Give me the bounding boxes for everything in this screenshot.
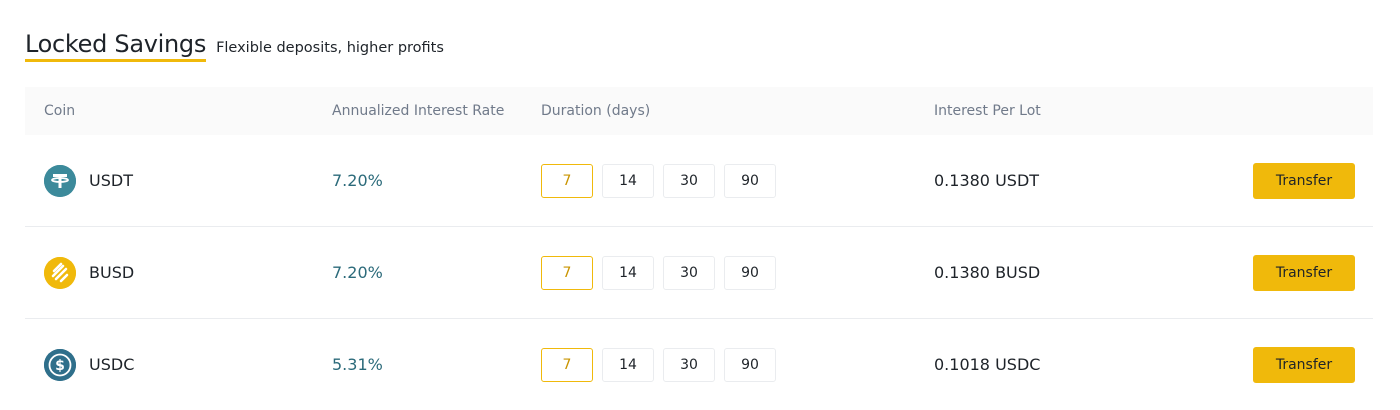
duration-option-90[interactable]: 90	[724, 163, 776, 198]
action-cell: Transfer	[1253, 346, 1355, 383]
transfer-button[interactable]: Transfer	[1253, 346, 1355, 383]
duration-option-14[interactable]: 14	[602, 347, 654, 382]
svg-text:$: $	[55, 358, 65, 374]
coin-cell: BUSD	[44, 256, 135, 289]
interest-per-lot: 0.1380 BUSD	[934, 263, 1041, 282]
coin-name: USDC	[89, 355, 135, 374]
duration-option-30[interactable]: 30	[663, 163, 715, 198]
column-header-duration: Duration (days)	[541, 103, 651, 119]
duration-option-7[interactable]: 7	[541, 163, 593, 198]
coin-cell: $ USDC	[44, 348, 135, 381]
column-header-rate: Annualized Interest Rate	[332, 103, 505, 119]
table-row: BUSD 7.20% 7 14 30 90 0.1380 BUSD Transf…	[25, 227, 1373, 319]
interest-per-lot: 0.1018 USDC	[934, 355, 1041, 374]
transfer-button[interactable]: Transfer	[1253, 162, 1355, 199]
usdc-icon: $	[44, 348, 76, 381]
transfer-button[interactable]: Transfer	[1253, 254, 1355, 291]
table-row: USDT 7.20% 7 14 30 90 0.1380 USDT Transf…	[25, 135, 1373, 227]
table-header: Coin Annualized Interest Rate Duration (…	[25, 87, 1373, 135]
duration-options: 7 14 30 90	[541, 347, 776, 382]
coin-name: USDT	[89, 171, 133, 190]
duration-option-7[interactable]: 7	[541, 347, 593, 382]
action-cell: Transfer	[1253, 254, 1355, 291]
duration-option-7[interactable]: 7	[541, 255, 593, 290]
duration-options: 7 14 30 90	[541, 163, 776, 198]
duration-option-90[interactable]: 90	[724, 347, 776, 382]
column-header-interest-per-lot: Interest Per Lot	[934, 103, 1041, 119]
duration-option-14[interactable]: 14	[602, 255, 654, 290]
action-cell: Transfer	[1253, 162, 1355, 199]
busd-icon	[44, 256, 76, 289]
page-title: Locked Savings	[25, 30, 207, 62]
column-header-coin: Coin	[44, 103, 76, 119]
coin-cell: USDT	[44, 164, 133, 197]
interest-rate: 7.20%	[332, 171, 383, 190]
page-header: Locked Savings Flexible deposits, higher…	[25, 30, 444, 62]
tether-icon	[44, 164, 76, 197]
duration-options: 7 14 30 90	[541, 255, 776, 290]
duration-option-90[interactable]: 90	[724, 255, 776, 290]
table-row: $ USDC 5.31% 7 14 30 90 0.1018 USDC Tran…	[25, 319, 1373, 410]
page-subtitle: Flexible deposits, higher profits	[216, 40, 444, 56]
coin-name: BUSD	[89, 263, 135, 282]
interest-rate: 5.31%	[332, 355, 383, 374]
duration-option-30[interactable]: 30	[663, 255, 715, 290]
duration-option-14[interactable]: 14	[602, 163, 654, 198]
duration-option-30[interactable]: 30	[663, 347, 715, 382]
savings-table: Coin Annualized Interest Rate Duration (…	[25, 87, 1373, 410]
interest-rate: 7.20%	[332, 263, 383, 282]
interest-per-lot: 0.1380 USDT	[934, 171, 1040, 190]
